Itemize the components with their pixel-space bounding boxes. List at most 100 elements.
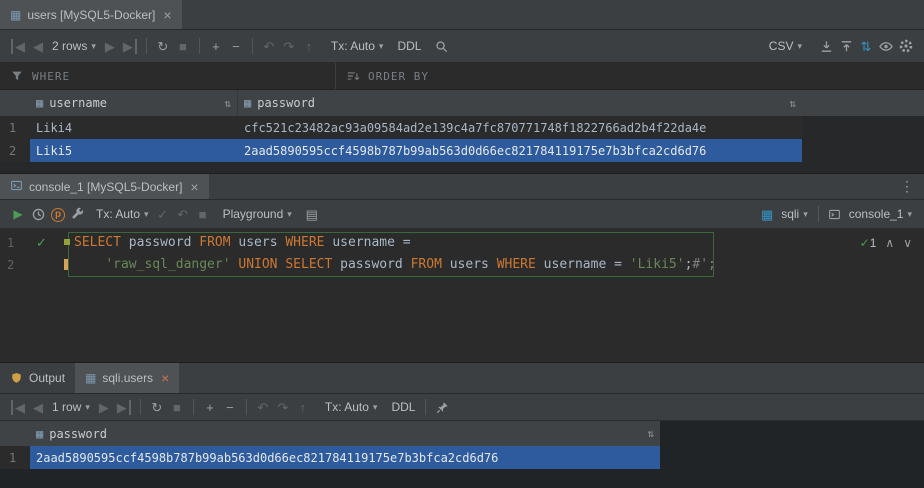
first-page-icon[interactable]: ◀ <box>8 401 28 414</box>
run-icon[interactable]: ▶ <box>8 208 28 220</box>
column-header-password[interactable]: ▦ password ⇅ <box>30 421 660 446</box>
session-dropdown[interactable]: console_1▾ <box>845 207 916 221</box>
schema-dropdown[interactable]: sqli▾ <box>777 207 812 221</box>
ddl-button[interactable]: DDL <box>387 400 419 414</box>
filter-bar: WHERE ORDER BY <box>0 63 924 90</box>
code-segment-plain: users <box>442 257 497 272</box>
column-icon: ▦ <box>36 96 43 110</box>
column-header-password[interactable]: ▦ password ⇅ <box>238 90 802 116</box>
table-row[interactable]: 1 Liki4 cfc521c23482ac93a09584ad2e139c4a… <box>0 116 802 139</box>
prev-marker-icon[interactable]: ∧ <box>885 236 894 250</box>
code-line[interactable]: 'raw_sql_danger' UNION SELECT password F… <box>74 254 716 276</box>
tab-label: sqli.users <box>102 371 153 385</box>
playground-dropdown[interactable]: Playground▾ <box>219 207 296 221</box>
divider <box>193 399 194 415</box>
page-size-dropdown[interactable]: 2 rows▾ <box>48 39 100 53</box>
sql-editor[interactable]: 1 2 ✓ SELECT password FROM users WHERE u… <box>0 229 924 362</box>
eye-icon[interactable] <box>876 39 896 54</box>
previous-page-icon[interactable]: ◀ <box>28 40 48 53</box>
refresh-icon[interactable]: ↻ <box>147 401 167 414</box>
download-icon[interactable] <box>816 39 836 54</box>
tab-result-grid[interactable]: ▦ sqli.users × <box>75 363 179 393</box>
code-line[interactable]: SELECT password FROM users WHERE usernam… <box>74 232 411 254</box>
next-marker-icon[interactable]: ∨ <box>903 236 912 250</box>
ddl-button[interactable]: DDL <box>393 39 425 53</box>
order-by-input[interactable]: ORDER BY <box>336 63 439 89</box>
tx-mode-dropdown[interactable]: Tx: Auto▾ <box>321 400 382 414</box>
output-layout-icon[interactable]: ▤ <box>302 208 322 221</box>
next-page-icon[interactable]: ▶ <box>94 401 114 414</box>
redo-icon[interactable]: ↷ <box>273 401 293 414</box>
row-number: 1 <box>0 121 30 135</box>
delete-row-icon[interactable]: − <box>226 40 246 53</box>
first-page-icon[interactable]: ◀ <box>8 40 28 53</box>
cell-username[interactable]: Liki4 <box>30 116 238 139</box>
divider <box>246 399 247 415</box>
search-icon[interactable] <box>431 39 451 54</box>
close-icon[interactable]: × <box>190 179 198 195</box>
stop-icon[interactable]: ■ <box>193 208 213 221</box>
column-header-username[interactable]: ▦ username ⇅ <box>30 90 238 116</box>
row-number: 2 <box>0 144 30 158</box>
tx-mode-dropdown[interactable]: Tx: Auto▾ <box>327 39 388 53</box>
compare-icon[interactable]: ⇅ <box>856 40 876 53</box>
add-row-icon[interactable]: + <box>200 401 220 414</box>
panel-gap <box>0 162 924 173</box>
export-up-icon[interactable] <box>836 39 856 54</box>
cell-username[interactable]: Liki5 <box>30 139 238 162</box>
rollback-icon[interactable]: ↶ <box>173 208 193 221</box>
parameters-icon[interactable]: p <box>48 206 68 222</box>
revert-icon[interactable]: ↶ <box>259 40 279 53</box>
column-name: password <box>257 96 315 110</box>
cell-password[interactable]: cfc521c23482ac93a09584ad2e139c4a7fc87077… <box>238 116 802 139</box>
chevron-down-icon: ▾ <box>373 402 378 413</box>
pin-icon[interactable] <box>432 400 452 415</box>
revert-icon[interactable]: ↶ <box>253 401 273 414</box>
code-segment-string: 'Liki5' <box>630 257 685 272</box>
grid-header: ▦ username ⇅ ▦ password ⇅ <box>0 90 924 116</box>
gear-icon[interactable] <box>896 38 916 54</box>
filter-funnel-icon <box>10 69 24 83</box>
tab-label: users [MySQL5-Docker] <box>27 8 155 22</box>
delete-row-icon[interactable]: − <box>220 401 240 414</box>
wrench-icon[interactable] <box>68 207 88 222</box>
submit-icon[interactable]: ↑ <box>293 401 313 414</box>
sort-icon[interactable]: ⇅ <box>789 97 796 110</box>
code-segment-keyword: SELECT <box>74 235 121 250</box>
row-number: 1 <box>0 451 30 465</box>
tab-output[interactable]: Output <box>0 363 75 393</box>
stop-icon[interactable]: ■ <box>167 401 187 414</box>
column-icon: ▦ <box>244 96 251 110</box>
history-clock-icon[interactable] <box>28 207 48 222</box>
last-page-icon[interactable]: ▶ <box>120 40 140 53</box>
stop-icon[interactable]: ■ <box>173 40 193 53</box>
chevron-down-icon: ▾ <box>803 209 808 220</box>
where-filter-input[interactable]: WHERE <box>0 63 336 89</box>
more-options-icon[interactable]: ⋮ <box>890 174 924 199</box>
table-row-selected[interactable]: 2 Liki5 2aad5890595ccf4598b787b99ab563d0… <box>0 139 802 162</box>
cell-password[interactable]: 2aad5890595ccf4598b787b99ab563d0d66ec821… <box>30 446 660 469</box>
result-row-selected[interactable]: 1 2aad5890595ccf4598b787b99ab563d0d66ec8… <box>0 446 660 469</box>
page-size-dropdown[interactable]: 1 row▾ <box>48 400 94 414</box>
sort-icon[interactable]: ⇅ <box>647 427 654 440</box>
column-name: username <box>49 96 107 110</box>
next-page-icon[interactable]: ▶ <box>100 40 120 53</box>
last-page-icon[interactable]: ▶ <box>114 401 134 414</box>
previous-page-icon[interactable]: ◀ <box>28 401 48 414</box>
code-segment-plain: password <box>332 257 410 272</box>
refresh-icon[interactable]: ↻ <box>153 40 173 53</box>
code-segment-plain: password <box>121 235 199 250</box>
tab-console[interactable]: console_1 [MySQL5-Docker] × <box>0 174 209 199</box>
tab-users-table[interactable]: ▦ users [MySQL5-Docker] × <box>0 0 182 29</box>
add-row-icon[interactable]: + <box>206 40 226 53</box>
tx-mode-dropdown[interactable]: Tx: Auto▾ <box>92 207 153 221</box>
submit-icon[interactable]: ↑ <box>299 40 319 53</box>
close-icon[interactable]: × <box>163 7 171 23</box>
chevron-down-icon: ▾ <box>379 41 384 52</box>
cell-password[interactable]: 2aad5890595ccf4598b787b99ab563d0d66ec821… <box>238 139 802 162</box>
close-icon[interactable]: × <box>161 370 169 386</box>
commit-icon[interactable]: ✓ <box>153 208 173 221</box>
sort-icon[interactable]: ⇅ <box>224 97 231 110</box>
export-format-dropdown[interactable]: CSV▾ <box>765 39 806 53</box>
redo-icon[interactable]: ↷ <box>279 40 299 53</box>
